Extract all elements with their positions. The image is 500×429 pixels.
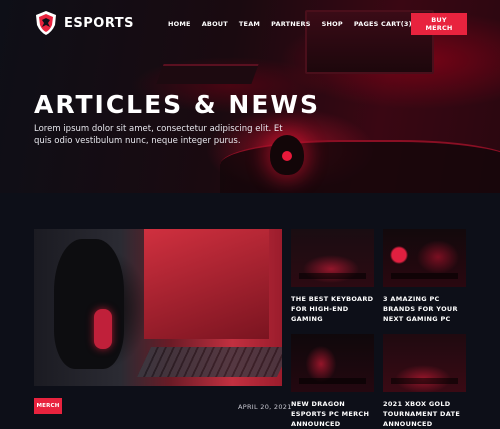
page-title: ARTICLES & NEWS <box>34 90 320 119</box>
article-card-title[interactable]: 3 AMAZING PC BRANDS FOR YOUR NEXT GAMING… <box>383 294 469 324</box>
nav-shop[interactable]: SHOP <box>322 20 343 28</box>
nav-partners[interactable]: PARTNERS <box>271 20 311 28</box>
keyboard-image <box>137 347 282 377</box>
article-card-title[interactable]: NEW DRAGON ESPORTS PC MERCH ANNOUNCED <box>291 399 377 429</box>
nav-team[interactable]: TEAM <box>239 20 260 28</box>
brand-name: ESPORTS <box>64 15 134 31</box>
nav-home[interactable]: HOME <box>168 20 191 28</box>
article-card-image[interactable] <box>291 229 374 287</box>
monitor-image <box>144 229 269 339</box>
article-date: APRIL 20, 2021 <box>238 403 292 411</box>
nav-about[interactable]: ABOUT <box>202 20 228 28</box>
hero-keyboard-image <box>156 64 259 84</box>
hero-banner: ESPORTS HOME ABOUT TEAM PARTNERS SHOP PA… <box>0 0 500 193</box>
hero-mousepad-image <box>220 140 500 193</box>
buy-merch-button[interactable]: BUY MERCH <box>411 13 467 35</box>
dragon-shield-icon <box>36 11 56 35</box>
main-nav: HOME ABOUT TEAM PARTNERS SHOP PAGES <box>168 20 390 28</box>
page-subtitle: Lorem ipsum dolor sit amet, consectetur … <box>34 124 283 146</box>
article-card-title[interactable]: 2021 XBOX GOLD TOURNAMENT DATE ANNOUNCED <box>383 399 469 429</box>
site-logo[interactable]: ESPORTS <box>34 10 134 36</box>
article-card-image[interactable] <box>383 229 466 287</box>
cart-link[interactable]: CART(3) <box>381 20 412 28</box>
nav-pages[interactable]: PAGES <box>354 20 379 28</box>
article-card-image[interactable] <box>291 334 374 392</box>
featured-article-image[interactable] <box>34 229 282 386</box>
article-card-title[interactable]: THE BEST KEYBOARD FOR HIGH-END GAMING <box>291 294 377 324</box>
article-card-image[interactable] <box>383 334 466 392</box>
category-tag[interactable]: MERCH <box>34 398 62 414</box>
headset-image <box>54 239 124 369</box>
